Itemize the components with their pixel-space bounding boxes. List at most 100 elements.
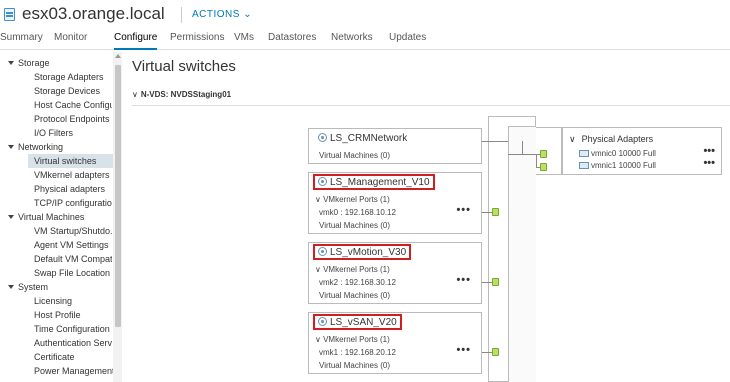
vmkernel-ports-toggle[interactable]: ∨ VMkernel Ports (1) [315,335,390,344]
logical-switch-icon [318,177,327,186]
sidebar-item-licensing[interactable]: Licensing [34,296,122,306]
sidebar-item-vm-startup[interactable]: VM Startup/Shutdo... [34,226,112,236]
sidebar-scroll-thumb[interactable] [115,65,121,327]
switch-port-panel [508,126,536,382]
sidebar-item-host-profile[interactable]: Host Profile [34,310,122,320]
sidebar-group-storage[interactable]: Storage [8,58,118,68]
vmkernel-ports-toggle[interactable]: ∨ VMkernel Ports (1) [315,265,390,274]
switch-name[interactable]: LS_vSAN_V20 [313,314,402,330]
connector-line [482,282,492,283]
sidebar-item-time-configuration[interactable]: Time Configuration [34,324,122,334]
vmkernel-port-entry: vmk0 : 192.168.10.12 [319,208,396,217]
sidebar-item-storage-adapters[interactable]: Storage Adapters [34,72,122,82]
physical-nic-row[interactable]: vmnic0 10000 Full [579,149,656,158]
logical-switch-icon [318,317,327,326]
physical-adapters-card: ∨ Physical Adapters vmnic0 10000 Full •••… [562,127,722,175]
host-name: esx03.orange.local [22,4,165,23]
switch-name-text: LS_vSAN_V20 [330,317,397,328]
sidebar-item-io-filters[interactable]: I/O Filters [34,128,122,138]
uplink-bracket [536,127,562,175]
switch-name-text: LS_vMotion_V30 [330,247,407,258]
switch-name[interactable]: LS_vMotion_V30 [313,244,412,260]
page-title: Virtual switches [132,58,236,75]
sidebar-item-power-management[interactable]: Power Management [34,366,122,376]
tab-vms[interactable]: VMs [234,32,254,50]
sidebar-item-agent-vm-settings[interactable]: Agent VM Settings [34,240,122,250]
switch-vm-count: Virtual Machines (0) [319,151,390,160]
tab-configure[interactable]: Configure [114,32,158,50]
connector-line [482,141,508,142]
tab-datastores[interactable]: Datastores [268,32,316,50]
sidebar-item-swap-file-location[interactable]: Swap File Location [34,268,122,278]
physical-adapters-title: Physical Adapters [581,134,654,144]
sidebar-item-storage-devices[interactable]: Storage Devices [34,86,122,96]
caret-down-icon [8,145,14,149]
tab-updates[interactable]: Updates [389,32,426,50]
switch-name-text: LS_CRMNetwork [330,133,408,144]
physical-nic-row[interactable]: vmnic1 10000 Full [579,161,656,170]
caret-down-icon [8,285,14,289]
sidebar-group-label: Networking [18,142,64,152]
actions-menu-button[interactable]: ACTIONS ⌄ [192,9,252,20]
switch-card[interactable]: LS_vSAN_V20 ∨ VMkernel Ports (1) vmk1 : … [308,312,482,374]
switch-vm-count: Virtual Machines (0) [319,291,390,300]
switch-name-text: LS_Management_V10 [330,177,430,188]
tab-bar: Summary Monitor Configure Permissions VM… [0,30,730,50]
logical-switch-icon [318,247,327,256]
nvds-section-toggle[interactable]: ∨ N-VDS: NVDSStaging01 [132,90,231,99]
physical-nic-label: vmnic0 10000 Full [591,149,656,158]
vmkernel-ports-toggle[interactable]: ∨ VMkernel Ports (1) [315,195,390,204]
sidebar-group-label: Virtual Machines [18,212,85,222]
switch-card[interactable]: LS_vMotion_V30 ∨ VMkernel Ports (1) vmk2… [308,242,482,304]
physical-adapters-toggle[interactable]: ∨ Physical Adapters [569,134,653,145]
tab-networks[interactable]: Networks [331,32,373,50]
more-options-icon[interactable]: ••• [456,344,471,356]
nvds-label: N-VDS: NVDSStaging01 [140,90,232,99]
configure-sidebar: Storage Storage Adapters Storage Devices… [0,52,122,382]
connector-line [482,352,492,353]
more-options-icon[interactable]: ••• [456,274,471,286]
sidebar-item-physical-adapters[interactable]: Physical adapters [34,184,122,194]
sidebar-group-networking[interactable]: Networking [8,142,118,152]
connector-line [482,212,492,213]
more-options-icon[interactable]: ••• [703,145,715,157]
sidebar-item-default-vm-compat[interactable]: Default VM Compati... [34,254,112,264]
vmkernel-port-entry: vmk2 : 192.168.30.12 [319,278,396,287]
tab-permissions[interactable]: Permissions [170,32,224,50]
sidebar-group-virtual-machines[interactable]: Virtual Machines [8,212,118,222]
sidebar-item-authentication-services[interactable]: Authentication Servi... [34,338,112,348]
sidebar-item-protocol-endpoints[interactable]: Protocol Endpoints [34,114,122,124]
chevron-down-icon: ∨ [569,134,576,144]
chevron-down-icon: ∨ [132,90,138,99]
physical-nic-label: vmnic1 10000 Full [591,161,656,170]
tab-monitor[interactable]: Monitor [54,32,87,50]
vmkernel-port[interactable] [492,348,499,356]
tab-summary[interactable]: Summary [0,32,43,50]
sidebar-group-label: System [18,282,49,292]
switch-name[interactable]: LS_Management_V10 [313,174,435,190]
sidebar-item-vmkernel-adapters[interactable]: VMkernel adapters [34,170,122,180]
sidebar-item-virtual-switches[interactable]: Virtual switches [28,154,113,168]
more-options-icon[interactable]: ••• [456,204,471,216]
logical-switch-icon [318,133,327,142]
sidebar-item-tcpip-configuration[interactable]: TCP/IP configuration [34,198,112,208]
vmkernel-port[interactable] [492,208,499,216]
connector-line [522,141,523,155]
vmkernel-port[interactable] [492,278,499,286]
object-header: esx03.orange.local ACTIONS ⌄ [0,0,730,30]
caret-down-icon [8,215,14,219]
sidebar-group-system[interactable]: System [8,282,118,292]
sidebar-item-host-cache[interactable]: Host Cache Configur... [34,100,112,110]
switch-card[interactable]: LS_Management_V10 ∨ VMkernel Ports (1) v… [308,172,482,234]
vmkernel-port-entry: vmk1 : 192.168.20.12 [319,348,396,357]
sidebar-item-certificate[interactable]: Certificate [34,352,122,362]
network-adapter-icon [579,162,589,169]
switch-vm-count: Virtual Machines (0) [319,361,390,370]
scroll-up-icon[interactable] [115,54,121,58]
switch-name[interactable]: LS_CRMNetwork [315,133,410,149]
header-divider [181,7,182,23]
more-options-icon[interactable]: ••• [703,157,715,169]
network-adapter-icon [579,150,589,157]
switch-card[interactable]: LS_CRMNetwork Virtual Machines (0) [308,128,482,164]
sidebar-group-label: Storage [18,58,50,68]
